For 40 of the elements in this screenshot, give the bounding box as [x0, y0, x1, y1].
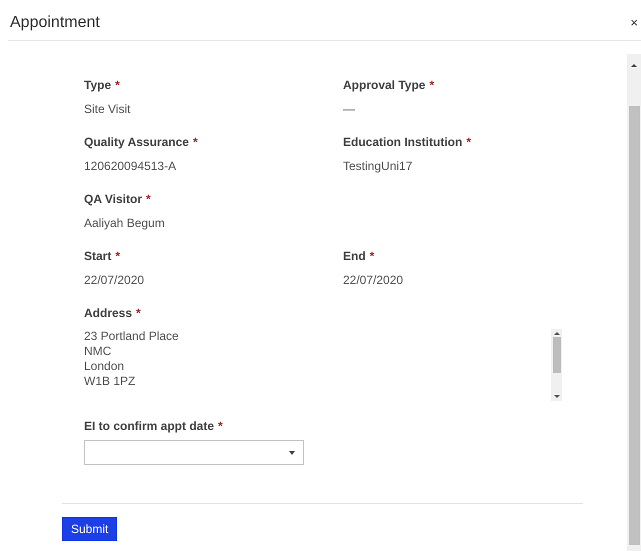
field-label: End — [343, 248, 366, 264]
scroll-up-icon — [554, 329, 560, 337]
required-mark: * — [192, 134, 198, 150]
field-label: Education Institution — [343, 134, 462, 150]
field-value: 120620094513-A — [84, 158, 178, 174]
required-mark: * — [115, 77, 120, 93]
required-mark: * — [466, 134, 471, 150]
required-mark: * — [115, 248, 120, 264]
address-line: 23 Portland Place — [84, 329, 179, 344]
field-label: Start — [84, 248, 112, 264]
scroll-down-icon — [554, 393, 560, 401]
dropdown-icon — [289, 450, 295, 454]
field-label: EI to confirm appt date — [84, 418, 214, 434]
required-mark: * — [218, 418, 223, 434]
required-mark: * — [370, 248, 374, 264]
page-scrollbar[interactable] — [627, 54, 641, 551]
field-value: TestingUni17 — [343, 158, 414, 174]
field-label: Approval Type — [343, 77, 426, 93]
address-line: NMC — [84, 344, 112, 359]
field-value: 22/07/2020 — [84, 272, 146, 288]
field-value: 22/07/2020 — [343, 272, 404, 288]
required-mark: * — [429, 77, 434, 93]
date-select[interactable] — [84, 440, 304, 465]
required-mark: * — [136, 305, 141, 321]
dialog-title: Appointment — [10, 13, 100, 33]
field-label: Type — [84, 77, 112, 93]
submit-button[interactable]: Submit — [62, 517, 118, 541]
required-mark: * — [146, 191, 151, 207]
field-label: Address — [84, 305, 132, 321]
field-value: Site Visit — [84, 101, 132, 117]
field-value: — — [343, 101, 356, 117]
address-field[interactable]: 23 Portland Place NMC London W1B 1PZ — [84, 329, 562, 401]
field-label: QA Visitor — [84, 191, 142, 207]
scrollbar[interactable] — [551, 329, 562, 401]
field-label: Quality Assurance — [84, 134, 189, 150]
address-line: London — [84, 359, 126, 374]
field-value: Aaliyah Begum — [84, 215, 166, 231]
scroll-up-icon — [631, 62, 637, 68]
close-button[interactable]: × — [630, 16, 638, 29]
address-line: W1B 1PZ — [84, 374, 136, 389]
